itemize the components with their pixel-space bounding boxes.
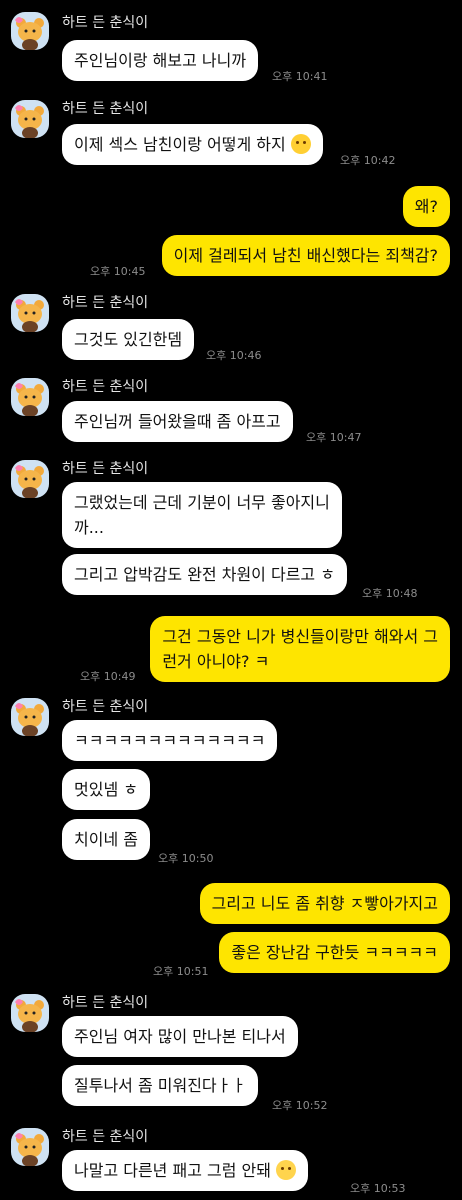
message-text: 멋있넴 ㅎ: [74, 780, 138, 799]
message-bubble[interactable]: 왜?: [402, 186, 450, 227]
message-bubble[interactable]: 주인님꺼 들어왔을때 좀 아프고: [62, 401, 293, 442]
message-bubble[interactable]: 이제 섹스 남친이랑 어떻게 하지: [62, 124, 323, 165]
message-text: 그건 그동안 니가 병신들이랑만 해와서 그 런거 아니야? ㅋ: [162, 627, 438, 671]
message-bubble[interactable]: 나말고 다른년 패고 그럼 안돼: [62, 1150, 309, 1191]
message-bubble[interactable]: 그랬었는데 근데 기분이 너무 좋아지니 까...: [62, 482, 342, 548]
message-text: 주인님꺼 들어왔을때 좀 아프고: [74, 412, 281, 431]
message-bubble[interactable]: 질투나서 좀 미워진다ㅏㅏ: [62, 1065, 259, 1106]
message-text: 좋은 장난감 구한듯 ㅋㅋㅋㅋㅋ: [231, 943, 438, 962]
avatar[interactable]: [11, 460, 49, 498]
message-bubble[interactable]: 멋있넴 ㅎ: [62, 769, 150, 810]
message-time: 오후 10:41: [272, 70, 328, 83]
sender-name: 하트 든 춘식이: [62, 699, 149, 715]
sender-name: 하트 든 춘식이: [62, 15, 149, 31]
message-time: 오후 10:50: [158, 852, 214, 865]
avatar[interactable]: [11, 294, 49, 332]
sender-name: 하트 든 춘식이: [62, 995, 149, 1011]
sender-name: 하트 든 춘식이: [62, 1129, 149, 1145]
message-bubble[interactable]: 주인님 여자 많이 만나본 티나서: [62, 1016, 298, 1057]
avatar[interactable]: [11, 378, 49, 416]
message-bubble[interactable]: 좋은 장난감 구한듯 ㅋㅋㅋㅋㅋ: [219, 932, 450, 973]
avatar[interactable]: [11, 12, 49, 50]
message-bubble[interactable]: 그것도 있긴한뎀: [62, 319, 195, 360]
message-text: 이제 섹스 남친이랑 어떻게 하지: [74, 135, 286, 154]
message-text: 치이네 좀: [74, 830, 138, 849]
message-text: 이제 걸레되서 남친 배신했다는 죄책감?: [173, 246, 438, 265]
sender-name: 하트 든 춘식이: [62, 295, 149, 311]
message-time: 오후 10:51: [153, 965, 209, 978]
message-text: 그것도 있긴한뎀: [74, 330, 183, 349]
message-text: 나말고 다른년 패고 그럼 안돼: [74, 1161, 271, 1180]
face-hand-over-mouth-icon: [290, 134, 311, 154]
avatar[interactable]: [11, 1128, 49, 1166]
message-time: 오후 10:46: [206, 349, 262, 362]
sender-name: 하트 든 춘식이: [62, 461, 149, 477]
avatar[interactable]: [11, 698, 49, 736]
message-text: 주인님 여자 많이 만나본 티나서: [74, 1027, 286, 1046]
message-time: 오후 10:48: [362, 587, 418, 600]
message-bubble[interactable]: 그리고 압박감도 완전 차원이 다르고 ㅎ: [62, 554, 347, 595]
message-bubble[interactable]: 그건 그동안 니가 병신들이랑만 해와서 그 런거 아니야? ㅋ: [150, 616, 450, 682]
message-time: 오후 10:45: [90, 265, 146, 278]
message-bubble[interactable]: 그리고 니도 좀 취향 ㅈ빻아가지고: [199, 883, 450, 924]
message-time: 오후 10:42: [340, 154, 396, 167]
message-text: 그리고 압박감도 완전 차원이 다르고 ㅎ: [74, 565, 335, 584]
message-text: 주인님이랑 해보고 나니까: [74, 51, 247, 70]
sender-name: 하트 든 춘식이: [62, 379, 149, 395]
sender-name: 하트 든 춘식이: [62, 101, 149, 117]
message-time: 오후 10:49: [80, 670, 136, 683]
message-text: ㅋㅋㅋㅋㅋㅋㅋㅋㅋㅋㅋㅋㅋ: [74, 731, 266, 750]
message-bubble[interactable]: ㅋㅋㅋㅋㅋㅋㅋㅋㅋㅋㅋㅋㅋ: [62, 720, 278, 761]
message-time: 오후 10:52: [272, 1099, 328, 1112]
loudly-crying-face-icon: [276, 1160, 297, 1180]
message-time: 오후 10:47: [306, 431, 362, 444]
message-text: 질투나서 좀 미워진다ㅏㅏ: [74, 1076, 247, 1095]
message-bubble[interactable]: 치이네 좀: [62, 819, 150, 860]
message-bubble[interactable]: 이제 걸레되서 남친 배신했다는 죄책감?: [161, 235, 450, 276]
avatar[interactable]: [11, 994, 49, 1032]
message-text: 그랬었는데 근데 기분이 너무 좋아지니 까...: [74, 493, 330, 537]
message-text: 그리고 니도 좀 취향 ㅈ빻아가지고: [211, 894, 438, 913]
message-time: 오후 10:53: [350, 1182, 406, 1195]
message-text: 왜?: [414, 197, 438, 216]
message-bubble[interactable]: 주인님이랑 해보고 나니까: [62, 40, 259, 81]
avatar[interactable]: [11, 100, 49, 138]
